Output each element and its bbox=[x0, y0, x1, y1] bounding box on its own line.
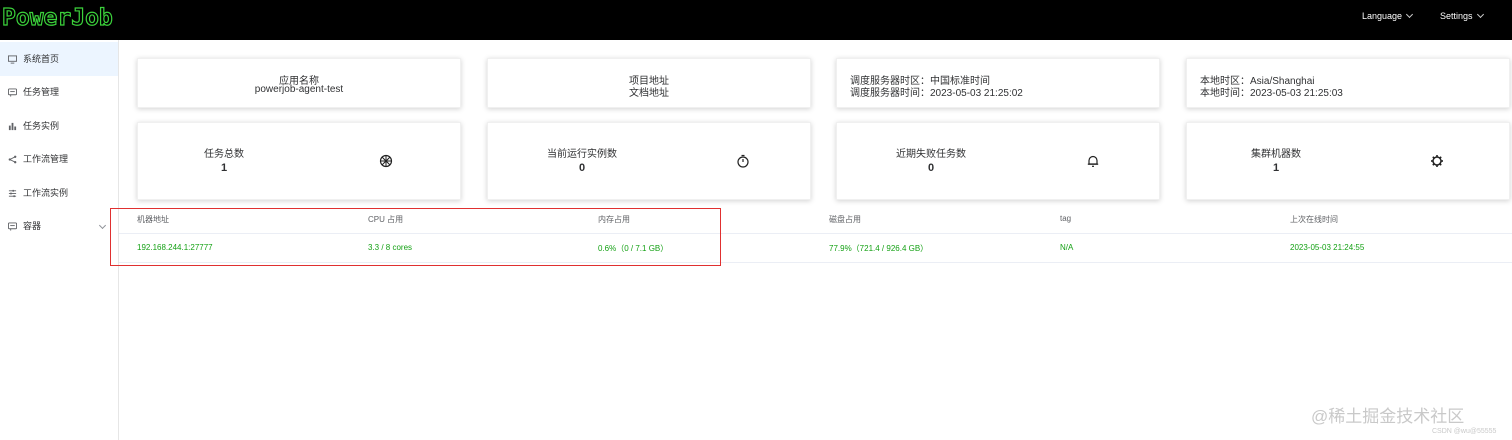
project-info-card: 项目地址 文档地址 bbox=[487, 58, 811, 108]
stopwatch-icon bbox=[737, 154, 749, 168]
running-instances-card: 当前运行实例数 0 bbox=[487, 122, 811, 200]
docs-address-link[interactable]: 文档地址 bbox=[488, 84, 810, 99]
cluster-machines-card: 集群机器数 1 bbox=[1186, 122, 1510, 200]
server-time-card: 调度服务器时区：中国标准时间 调度服务器时间：2023-05-03 21:25:… bbox=[836, 58, 1160, 108]
watermark-main: @稀土掘金技术社区 bbox=[1311, 407, 1465, 426]
sidebar-item-label: 任务管理 bbox=[23, 87, 60, 97]
language-menu[interactable]: Language bbox=[1362, 0, 1414, 40]
sliders-icon bbox=[8, 189, 17, 198]
column-header-tag: tag bbox=[1060, 214, 1072, 223]
sidebar-item-task-instances[interactable]: 任务实例 bbox=[0, 109, 118, 143]
chevron-down-icon bbox=[98, 221, 107, 230]
stat-title: 任务总数 bbox=[204, 149, 244, 160]
column-header-last-online: 上次在线时间 bbox=[1290, 215, 1338, 224]
app-name-value: powerjob-agent-test bbox=[254, 84, 344, 95]
sidebar-item-workflow-instances[interactable]: 工作流实例 bbox=[0, 176, 118, 210]
container-icon bbox=[8, 222, 17, 231]
stat-value: 1 bbox=[220, 162, 228, 174]
language-label: Language bbox=[1362, 11, 1403, 21]
sidebar-item-container[interactable]: 容器 bbox=[0, 209, 118, 243]
highlight-box bbox=[110, 208, 721, 266]
settings-menu[interactable]: Settings bbox=[1440, 0, 1484, 40]
sidebar-item-home[interactable]: 系统首页 bbox=[0, 42, 118, 76]
sidebar-item-label: 系统首页 bbox=[23, 54, 60, 64]
bell-icon bbox=[1087, 155, 1099, 167]
bar-chart-icon bbox=[8, 122, 17, 131]
failed-tasks-card: 近期失败任务数 0 bbox=[836, 122, 1160, 200]
task-icon bbox=[8, 88, 17, 97]
sidebar: 系统首页 任务管理 任务实例 工作流管理 工作流实例 容器 bbox=[0, 40, 119, 440]
powerjob-logo[interactable]: PowerJob bbox=[1, 4, 113, 32]
sidebar-item-label: 任务实例 bbox=[23, 121, 60, 131]
server-time: 调度服务器时间：2023-05-03 21:25:02 bbox=[850, 88, 1023, 99]
monitor-icon bbox=[8, 55, 17, 64]
sidebar-item-label: 工作流实例 bbox=[23, 188, 69, 198]
stat-title: 当前运行实例数 bbox=[547, 149, 617, 160]
sidebar-item-label: 工作流管理 bbox=[23, 154, 69, 164]
cog-icon bbox=[1431, 155, 1443, 167]
sidebar-item-task-management[interactable]: 任务管理 bbox=[0, 75, 118, 109]
sidebar-item-workflow-management[interactable]: 工作流管理 bbox=[0, 142, 118, 176]
sidebar-item-label: 容器 bbox=[23, 221, 42, 231]
watermark-sub: CSDN @wu@55555 bbox=[1432, 428, 1497, 435]
chevron-down-icon bbox=[1406, 10, 1414, 19]
stat-value: 0 bbox=[578, 162, 586, 174]
settings-label: Settings bbox=[1440, 11, 1473, 21]
column-header-disk: 磁盘占用 bbox=[829, 215, 861, 224]
local-time: 本地时间：2023-05-03 21:25:03 bbox=[1200, 88, 1343, 99]
stat-value: 0 bbox=[927, 162, 935, 174]
stat-title: 近期失败任务数 bbox=[896, 149, 966, 160]
dharma-wheel-icon bbox=[379, 154, 393, 168]
total-tasks-card: 任务总数 1 bbox=[137, 122, 461, 200]
chevron-down-icon bbox=[1476, 10, 1484, 19]
cell-last-online: 2023-05-03 21:24:55 bbox=[1290, 243, 1365, 252]
top-header: PowerJob Language Settings bbox=[0, 0, 1512, 40]
app-info-card: 应用名称 powerjob-agent-test bbox=[137, 58, 461, 108]
share-icon bbox=[8, 155, 17, 164]
cell-tag: N/A bbox=[1060, 243, 1074, 252]
stat-value: 1 bbox=[1272, 162, 1280, 174]
stat-title: 集群机器数 bbox=[1251, 149, 1301, 160]
cell-disk: 77.9%（721.4 / 926.4 GB） bbox=[829, 244, 929, 253]
local-time-card: 本地时区：Asia/Shanghai 本地时间：2023-05-03 21:25… bbox=[1186, 58, 1510, 108]
